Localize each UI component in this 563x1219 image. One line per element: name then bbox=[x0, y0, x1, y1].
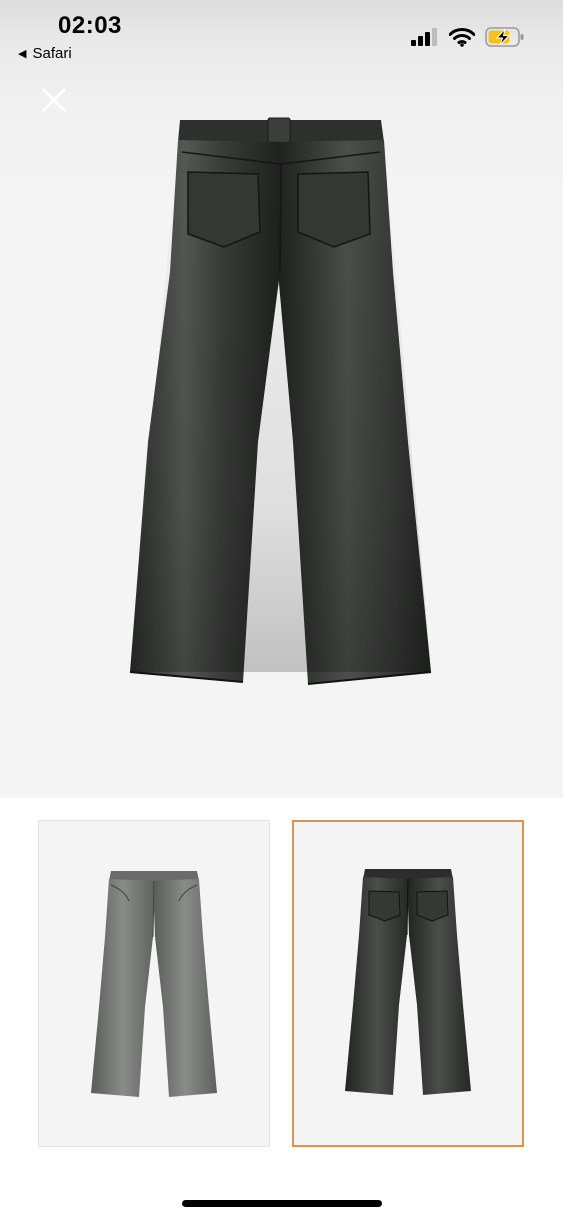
close-icon[interactable] bbox=[38, 84, 70, 116]
back-to-safari-link[interactable]: ◀ Safari bbox=[18, 45, 72, 62]
thumbnail-back-view[interactable] bbox=[292, 820, 524, 1147]
cellular-signal-icon bbox=[411, 28, 437, 46]
clock: 02:03 bbox=[58, 12, 122, 39]
main-product-image bbox=[129, 117, 432, 685]
battery-charging-icon bbox=[485, 27, 524, 47]
thumbnail-front-image bbox=[91, 871, 217, 1097]
back-app-label: Safari bbox=[32, 45, 72, 62]
thumbnail-back-image bbox=[345, 869, 471, 1095]
system-icons bbox=[411, 27, 525, 47]
wifi-icon bbox=[449, 27, 475, 47]
status-bar: 02:03 ◀ Safari bbox=[0, 0, 563, 72]
product-image-viewer: 02:03 ◀ Safari bbox=[0, 0, 563, 798]
home-indicator bbox=[182, 1200, 382, 1207]
back-arrow-icon: ◀ bbox=[18, 48, 27, 60]
thumbnail-front-view[interactable] bbox=[38, 820, 270, 1147]
thumbnail-strip bbox=[0, 798, 563, 1219]
